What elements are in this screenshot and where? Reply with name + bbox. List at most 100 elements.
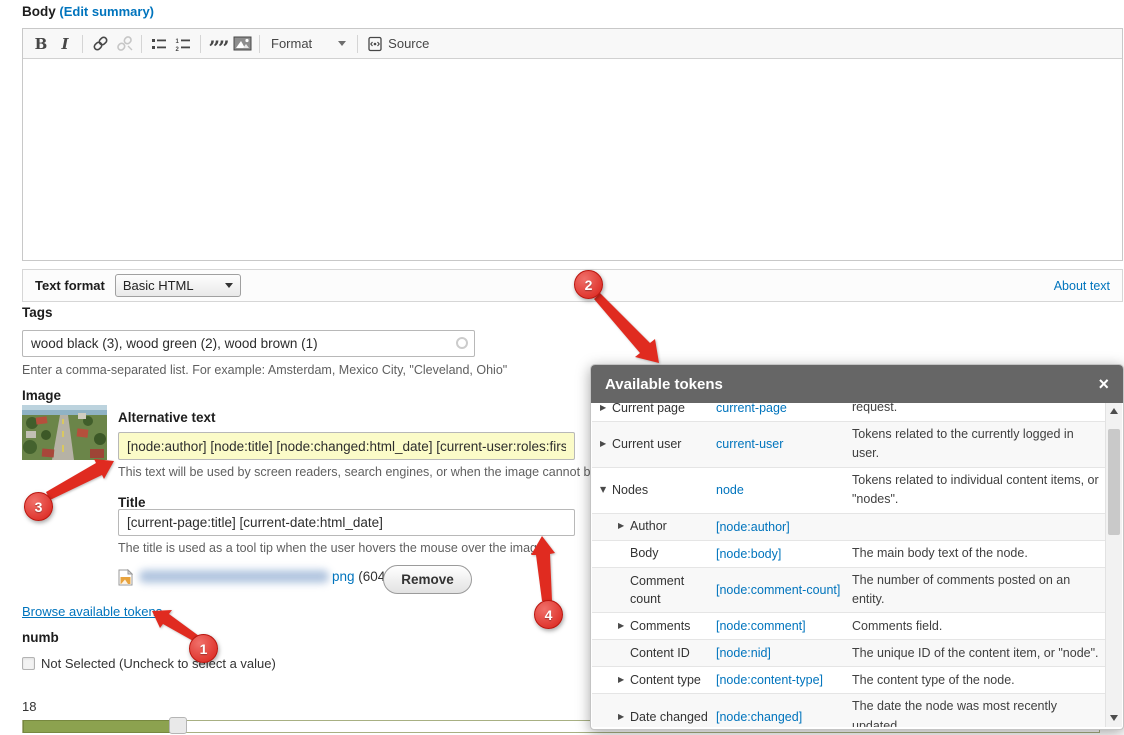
image-title-label: Title: [118, 495, 146, 510]
token-tree-viewport: ▶Current pagecurrent-pagerequest.▶Curren…: [592, 403, 1105, 727]
collapsed-arrow-icon[interactable]: ▶: [600, 435, 612, 450]
remove-file-button[interactable]: Remove: [383, 565, 472, 594]
image-thumbnail: [22, 405, 107, 460]
italic-icon[interactable]: I: [53, 32, 77, 56]
slider-handle[interactable]: [169, 717, 187, 734]
token-link[interactable]: node: [716, 483, 744, 497]
scrollbar-thumb[interactable]: [1108, 429, 1120, 535]
expander-spacer: [618, 544, 630, 547]
token-link[interactable]: [node:content-type]: [716, 673, 823, 687]
not-selected-checkbox[interactable]: [22, 657, 35, 670]
file-link-extension[interactable]: png: [332, 569, 355, 584]
collapsed-arrow-icon[interactable]: ▶: [618, 708, 630, 723]
token-description: Tokens related to individual content ite…: [852, 471, 1105, 510]
slider-fill: [23, 720, 177, 733]
autocomplete-throbber-icon: [456, 337, 468, 349]
token-link[interactable]: [node:changed]: [716, 710, 802, 724]
token-link[interactable]: [node:body]: [716, 547, 781, 561]
close-icon[interactable]: ×: [1098, 376, 1109, 392]
text-format-select[interactable]: Basic HTML: [115, 274, 241, 297]
token-link[interactable]: [node:author]: [716, 520, 790, 534]
blockquote-icon[interactable]: ””: [206, 32, 230, 56]
tags-description: Enter a comma-separated list. For exampl…: [22, 363, 507, 377]
token-row: ▶Content type[node:content-type]The cont…: [592, 667, 1105, 694]
token-link[interactable]: [node:comment-count]: [716, 583, 840, 597]
scroll-up-icon[interactable]: [1110, 408, 1118, 414]
annotation-marker-3: 3: [24, 492, 53, 521]
token-table: ▶Current pagecurrent-pagerequest.▶Curren…: [592, 403, 1105, 727]
annotation-marker-4: 4: [534, 600, 563, 629]
alt-text-label: Alternative text: [118, 410, 216, 425]
link-icon[interactable]: [88, 32, 112, 56]
token-row: Content ID [node:nid] The unique ID of the…: [592, 640, 1105, 667]
browse-available-tokens-link[interactable]: Browse available tokens.: [22, 604, 166, 619]
text-format-bar: Text format Basic HTML About text: [22, 269, 1123, 302]
collapsed-arrow-icon[interactable]: ▶: [618, 517, 630, 532]
token-name: Current page: [612, 403, 685, 417]
about-text-link[interactable]: About text: [1054, 279, 1110, 293]
numb-checkbox-row: Not Selected (Uncheck to select a value): [22, 656, 276, 671]
collapsed-arrow-icon[interactable]: ▶: [618, 671, 630, 686]
dialog-header[interactable]: Available tokens ×: [591, 365, 1123, 403]
alt-text-input[interactable]: [118, 432, 575, 460]
token-link[interactable]: [node:comment]: [716, 619, 806, 633]
image-file-icon: [118, 569, 133, 586]
text-format-selected-value: Basic HTML: [123, 278, 194, 293]
editor-content-area[interactable]: [23, 59, 1122, 260]
toolbar-separator: [82, 35, 83, 53]
edit-summary-link[interactable]: (Edit summary): [59, 4, 154, 19]
toolbar-separator: [200, 35, 201, 53]
token-description: The content type of the node.: [852, 671, 1105, 690]
scroll-down-icon[interactable]: [1110, 715, 1118, 721]
token-row: ▶Current pagecurrent-pagerequest.: [592, 403, 1105, 422]
source-button-label: Source: [388, 36, 429, 51]
token-link[interactable]: current-page: [716, 403, 787, 415]
file-name-redacted: [139, 570, 329, 583]
token-name: Body: [630, 544, 659, 562]
text-format-label: Text format: [35, 278, 105, 293]
tags-input[interactable]: [22, 330, 475, 357]
token-row: Comment count[node:comment-count] The num…: [592, 568, 1105, 614]
svg-text:1: 1: [176, 39, 180, 45]
token-link[interactable]: current-user: [716, 437, 783, 451]
body-wysiwyg-editor: B I 12 ”” Format: [22, 28, 1123, 261]
annotation-arrow-3: [46, 459, 114, 500]
toolbar-separator: [259, 35, 260, 53]
token-name: Comments: [630, 617, 690, 635]
token-name: Content ID: [630, 644, 690, 662]
image-icon[interactable]: [230, 32, 254, 56]
expander-spacer: [618, 572, 630, 575]
numb-field-label: numb: [22, 630, 59, 645]
numbered-list-icon[interactable]: 12: [171, 32, 195, 56]
collapsed-arrow-icon[interactable]: ▶: [618, 617, 630, 632]
slider-value: 18: [22, 699, 36, 714]
not-selected-checkbox-label: Not Selected (Uncheck to select a value): [41, 656, 276, 671]
token-description: The main body text of the node.: [852, 544, 1105, 563]
source-icon: [367, 36, 383, 52]
token-description: The number of comments posted on an enti…: [852, 571, 1105, 610]
tags-label: Tags: [22, 305, 53, 320]
token-row: ▶Date changed[node:changed]The date the …: [592, 694, 1105, 727]
image-title-input[interactable]: [118, 509, 575, 536]
bold-icon[interactable]: B: [29, 32, 53, 56]
dialog-scrollbar[interactable]: [1105, 403, 1122, 727]
format-dropdown[interactable]: Format: [265, 36, 352, 51]
format-dropdown-label: Format: [271, 36, 312, 51]
image-field-label: Image: [22, 388, 61, 403]
token-link[interactable]: [node:nid]: [716, 646, 771, 660]
unlink-icon: [112, 32, 136, 56]
chevron-down-icon: [338, 41, 346, 50]
token-description: The unique ID of the content item, or "n…: [852, 644, 1105, 663]
image-title-description: The title is used as a tool tip when the…: [118, 541, 547, 555]
token-name: Author: [630, 517, 667, 535]
available-tokens-dialog: Available tokens × ▶Current pagecurrent-…: [590, 364, 1124, 730]
expanded-arrow-icon[interactable]: ▼: [600, 481, 612, 496]
token-row: ▶Current usercurrent-userTokens related …: [592, 422, 1105, 468]
toolbar-separator: [357, 35, 358, 53]
token-row: ▶Author [node:author]: [592, 514, 1105, 541]
token-name: Comment count: [630, 572, 716, 608]
bulleted-list-icon[interactable]: [147, 32, 171, 56]
select-arrow-icon: [225, 283, 233, 292]
source-button[interactable]: Source: [363, 32, 433, 56]
collapsed-arrow-icon[interactable]: ▶: [600, 403, 612, 414]
